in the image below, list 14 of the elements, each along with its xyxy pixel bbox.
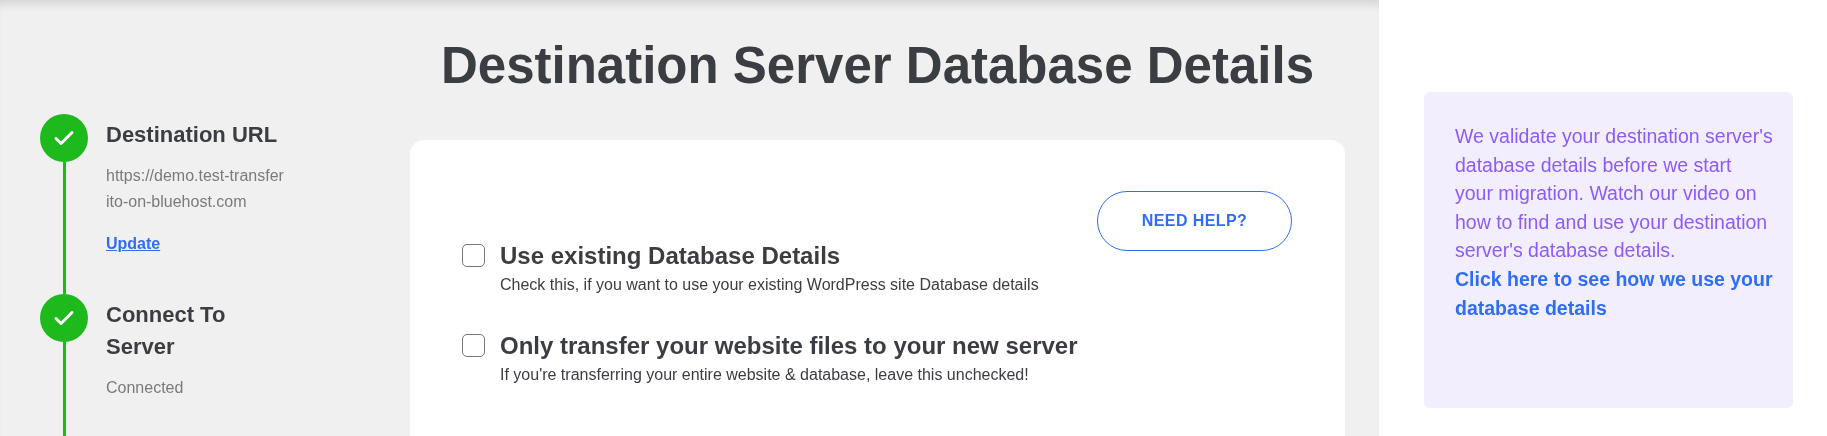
update-link[interactable]: Update	[106, 232, 161, 256]
step-title: Destination URL	[106, 121, 279, 149]
checkbox[interactable]	[462, 334, 485, 357]
page-title: Destination Server Database Details	[440, 36, 1315, 96]
option-hint: Check this, if you want to use your existing WordPress site Database details	[500, 275, 1039, 295]
info-text: We validate your destination server's database details before we start your migration. Watch our video on how to find and use your destination server's database details.	[1455, 124, 1773, 264]
step-detail: Connected	[106, 378, 185, 398]
checkbox[interactable]	[462, 244, 485, 267]
step-title: Connect To Server	[106, 301, 227, 361]
option-label: Use existing Database Details	[500, 241, 842, 271]
database-details-link[interactable]: Click here to see how we use your database details	[1455, 264, 1773, 323]
option-label: Only transfer your website files to your new server	[500, 331, 1078, 361]
step-detail: https://demo.test-transferito-on-bluehost.com	[106, 166, 285, 212]
option-hint: If you're transferring your entire website & database, leave this unchecked!	[500, 365, 1030, 385]
